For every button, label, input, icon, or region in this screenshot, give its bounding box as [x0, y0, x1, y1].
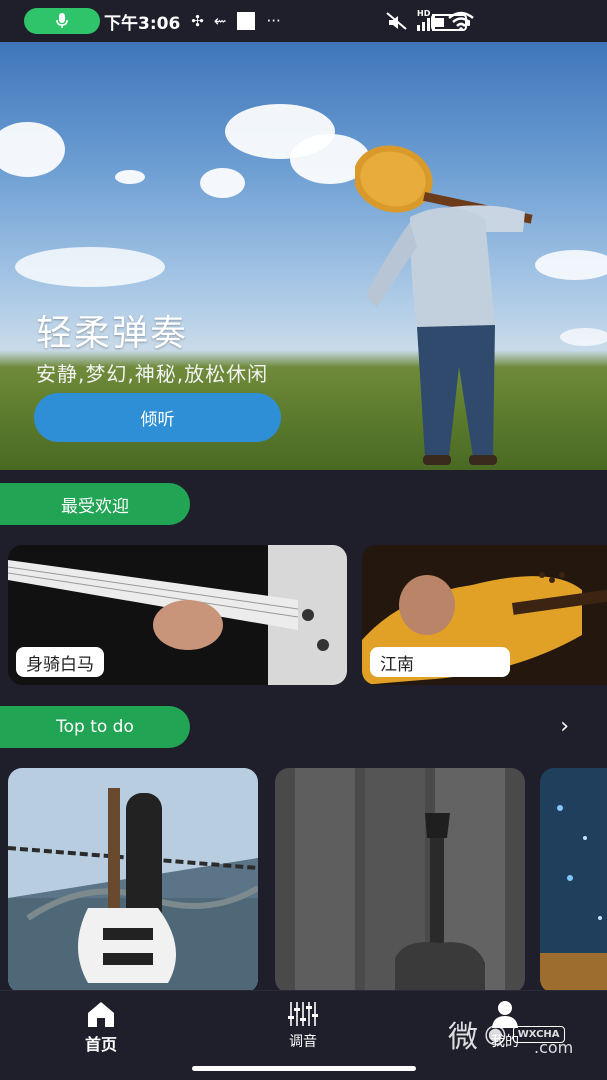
section-popular-title: 最受欢迎	[0, 483, 190, 525]
cloud-decoration	[535, 250, 607, 280]
section-top-to-do-title: Top to do	[0, 706, 190, 748]
watermark-url: .com	[534, 1038, 574, 1057]
cloud-decoration	[0, 122, 65, 177]
usb-icon: ⇜	[213, 12, 227, 30]
microphone-icon	[56, 13, 68, 28]
status-time: 下午3:06	[104, 13, 181, 34]
cloud-decoration	[560, 328, 607, 346]
home-indicator[interactable]	[192, 1066, 416, 1071]
listen-button[interactable]: 倾听	[34, 393, 281, 442]
sync-icon: ✣	[191, 12, 204, 30]
status-bar: 下午3:06 ✣ ⇜ ···	[0, 0, 607, 42]
hero-title: 轻柔弹奏	[36, 313, 189, 354]
electric-guitar-thumbnail	[8, 768, 258, 993]
guitarist-illustration	[355, 145, 533, 465]
card-label: 江南	[370, 647, 510, 677]
nav-label-tuning: 调音	[289, 1034, 317, 1050]
top-card-3[interactable]	[540, 768, 607, 993]
battery-icon	[431, 14, 470, 31]
microphone-indicator[interactable]	[24, 8, 100, 34]
watermark-text: 微	[448, 1020, 478, 1055]
notification-square-icon	[237, 12, 256, 30]
top-card-1[interactable]	[8, 768, 258, 993]
watermark-eye-icon: ◉	[484, 1019, 507, 1049]
watermark: 微 ◉ WXCHA .com	[448, 1012, 573, 1057]
cloud-decoration	[200, 168, 245, 198]
hero-banner[interactable]: 轻柔弹奏 安静,梦幻,神秘,放松休闲 倾听	[0, 42, 607, 470]
nav-item-tuning[interactable]: 调音	[258, 999, 348, 1051]
nav-item-home[interactable]: 首页	[56, 999, 146, 1055]
equalizer-icon	[288, 1002, 318, 1026]
mute-icon	[386, 12, 407, 30]
cloud-decoration	[115, 170, 145, 184]
cloud-decoration	[15, 247, 165, 287]
song-card-jiangnan[interactable]: 江南	[362, 545, 607, 685]
more-notifications: ···	[266, 12, 281, 30]
nav-label-home: 首页	[84, 1035, 117, 1054]
home-icon	[88, 1002, 114, 1027]
song-card-shenqibaima[interactable]: 身骑白马	[8, 545, 347, 685]
chevron-right-icon[interactable]: ›	[560, 714, 569, 739]
top-card-2[interactable]	[275, 768, 525, 993]
abstract-thumbnail	[540, 768, 607, 993]
card-label: 身骑白马	[16, 647, 104, 677]
acoustic-guitar-thumbnail	[275, 768, 525, 993]
hero-subtitle: 安静,梦幻,神秘,放松休闲	[36, 362, 269, 386]
